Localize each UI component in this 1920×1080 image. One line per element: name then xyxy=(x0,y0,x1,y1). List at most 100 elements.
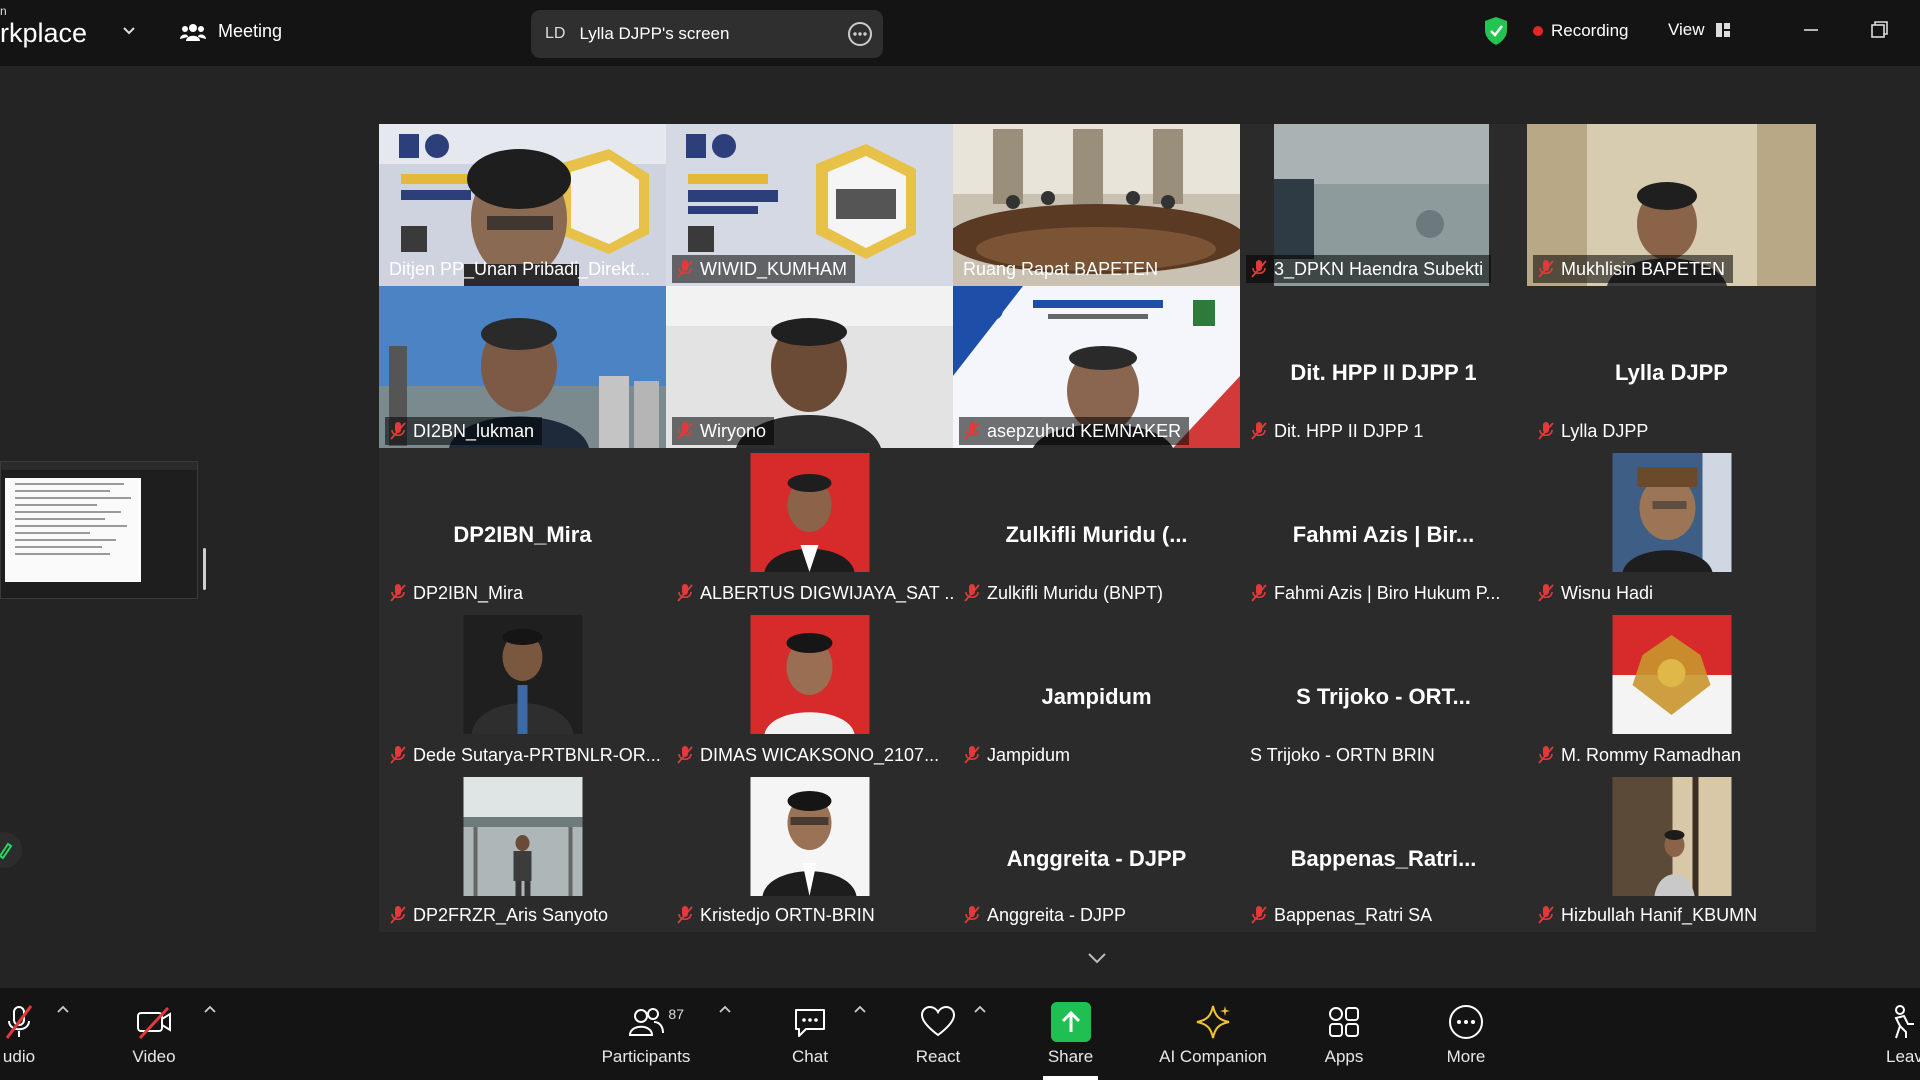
panel-resize-handle[interactable] xyxy=(203,548,206,590)
shared-screen-thumbnail[interactable] xyxy=(0,461,198,599)
participant-name: 3_DPKN Haendra Subekti xyxy=(1274,258,1484,279)
gallery-grid: Ditjen PP_Unan Pribadi_Direkt... WIWID_K… xyxy=(379,124,1816,932)
audio-button[interactable]: udio xyxy=(0,988,44,1080)
name-tile[interactable]: Jampidum Jampidum xyxy=(953,610,1240,772)
participant-name-label: Wisnu Hadi xyxy=(1533,579,1661,607)
video-tile[interactable]: WIWID_KUMHAM xyxy=(666,124,953,286)
profile-photo xyxy=(750,777,869,896)
meeting-menu[interactable]: Meeting xyxy=(180,20,282,42)
more-button[interactable]: More xyxy=(1442,988,1490,1080)
participant-name-label: WIWID_KUMHAM xyxy=(672,255,855,283)
photo-tile[interactable]: DP2FRZR_Aris Sanyoto xyxy=(379,772,666,932)
chevron-down-icon[interactable] xyxy=(120,22,138,40)
photo-tile[interactable]: Kristedjo ORTN-BRIN xyxy=(666,772,953,932)
leave-button[interactable]: Leav xyxy=(1886,988,1920,1080)
photo-tile[interactable]: M. Rommy Ramadhan xyxy=(1527,610,1816,772)
profile-photo xyxy=(1612,615,1731,734)
profile-photo xyxy=(750,615,869,734)
photo-tile[interactable]: DIMAS WICAKSONO_2107... xyxy=(666,610,953,772)
sparkle-icon xyxy=(1196,1005,1230,1039)
participants-options-caret-icon[interactable] xyxy=(718,1004,732,1014)
participant-name: DIMAS WICAKSONO_2107... xyxy=(700,744,940,765)
name-tile[interactable]: Fahmi Azis | Bir... Fahmi Azis | Biro Hu… xyxy=(1240,448,1527,610)
participant-name-label: DP2FRZR_Aris Sanyoto xyxy=(385,901,616,929)
audio-options-caret-icon[interactable] xyxy=(56,1004,70,1014)
video-label: Video xyxy=(132,1047,176,1066)
participant-name: Zulkifli Muridu (BNPT) xyxy=(987,582,1164,603)
view-label: View xyxy=(1668,20,1705,39)
participant-display-name: Jampidum xyxy=(1041,684,1152,709)
mic-muted-icon xyxy=(1538,584,1554,602)
participant-display-name: S Trijoko - ORT... xyxy=(1296,684,1471,709)
ai-companion-button[interactable]: AI Companion xyxy=(1154,988,1272,1080)
mic-muted-icon xyxy=(964,584,980,602)
photo-tile[interactable]: Hizbullah Hanif_KBUMN xyxy=(1527,772,1816,932)
ai-companion-label: AI Companion xyxy=(1159,1047,1267,1066)
video-tile[interactable]: DI2BN_lukman xyxy=(379,286,666,448)
participant-name-label: DP2IBN_Mira xyxy=(385,579,531,607)
photo-tile[interactable]: Wisnu Hadi xyxy=(1527,448,1816,610)
video-tile[interactable]: Wiryono xyxy=(666,286,953,448)
video-tile[interactable]: Ditjen PP_Unan Pribadi_Direkt... xyxy=(379,124,666,286)
name-tile[interactable]: S Trijoko - ORT... S Trijoko - ORTN BRIN xyxy=(1240,610,1527,772)
participant-name: DI2BN_lukman xyxy=(413,420,535,441)
participant-name-label: asepzuhud KEMNAKER xyxy=(959,417,1190,445)
chat-button[interactable]: Chat xyxy=(784,988,836,1080)
video-button[interactable]: Video xyxy=(122,988,186,1080)
participant-name: Dit. HPP II DJPP 1 xyxy=(1274,420,1424,441)
participants-icon xyxy=(628,1008,664,1036)
video-tile[interactable]: asepzuhud KEMNAKER xyxy=(953,286,1240,448)
annotate-pen-button[interactable] xyxy=(0,832,22,868)
video-off-icon xyxy=(137,1006,171,1040)
photo-tile[interactable]: Dede Sutarya-PRTBNLR-OR... xyxy=(379,610,666,772)
more-label: More xyxy=(1446,1047,1486,1066)
mic-muted-icon xyxy=(677,422,693,440)
participant-name-label: Mukhlisin BAPETEN xyxy=(1533,255,1734,283)
name-tile[interactable]: Lylla DJPP Lylla DJPP xyxy=(1527,286,1816,448)
participant-name-label: Fahmi Azis | Biro Hukum P... xyxy=(1246,579,1508,607)
mic-muted-icon xyxy=(1538,422,1554,440)
share-label: Share xyxy=(1047,1047,1094,1066)
participant-name: ALBERTUS DIGWIJAYA_SAT ... xyxy=(700,582,953,603)
minimize-icon[interactable] xyxy=(1798,17,1824,43)
chat-options-caret-icon[interactable] xyxy=(853,1004,867,1014)
participant-name-label: Bappenas_Ratri SA xyxy=(1246,901,1440,929)
participant-name: Wiryono xyxy=(700,420,767,441)
name-tile[interactable]: Anggreita - DJPP Anggreita - DJPP xyxy=(953,772,1240,932)
apps-button[interactable]: Apps xyxy=(1322,988,1366,1080)
video-tile[interactable]: Ruang Rapat BAPETEN xyxy=(953,124,1240,286)
mic-muted-icon xyxy=(1251,260,1267,278)
name-tile[interactable]: Bappenas_Ratri... Bappenas_Ratri SA xyxy=(1240,772,1527,932)
mic-muted-icon xyxy=(677,260,693,278)
restore-icon[interactable] xyxy=(1866,17,1892,43)
participant-name-label: Hizbullah Hanif_KBUMN xyxy=(1533,901,1765,929)
mic-muted-icon xyxy=(964,906,980,924)
screen-share-indicator[interactable]: LD Lylla DJPP's screen xyxy=(531,10,883,58)
video-tile[interactable]: 3_DPKN Haendra Subekti xyxy=(1240,124,1527,286)
name-tile[interactable]: Dit. HPP II DJPP 1 Dit. HPP II DJPP 1 xyxy=(1240,286,1527,448)
react-button[interactable]: React xyxy=(910,988,966,1080)
more-options-icon[interactable] xyxy=(847,21,873,47)
react-options-caret-icon[interactable] xyxy=(973,1004,987,1014)
recording-indicator[interactable]: Recording xyxy=(1533,21,1629,41)
photo-tile[interactable]: ALBERTUS DIGWIJAYA_SAT ... xyxy=(666,448,953,610)
share-active-indicator xyxy=(1043,1076,1098,1080)
top-bar: n rkplace Meeting LD Lylla DJPP's screen… xyxy=(0,0,1920,66)
more-icon xyxy=(1449,1005,1483,1039)
share-button[interactable]: Share xyxy=(1043,988,1098,1080)
view-menu[interactable]: View xyxy=(1668,20,1731,40)
video-tile[interactable]: Mukhlisin BAPETEN xyxy=(1527,124,1816,286)
mic-muted-icon xyxy=(964,746,980,764)
name-tile[interactable]: DP2IBN_Mira DP2IBN_Mira xyxy=(379,448,666,610)
participant-name-label: Zulkifli Muridu (BNPT) xyxy=(959,579,1171,607)
pen-icon xyxy=(0,842,13,860)
video-options-caret-icon[interactable] xyxy=(203,1004,217,1014)
name-tile[interactable]: Zulkifli Muridu (... Zulkifli Muridu (BN… xyxy=(953,448,1240,610)
scroll-down-chevron-icon[interactable] xyxy=(1086,950,1108,966)
security-shield-icon[interactable] xyxy=(1483,16,1509,46)
participants-button[interactable]: 87 Participants xyxy=(596,988,696,1080)
audio-label: udio xyxy=(2,1047,36,1066)
participant-name: Dede Sutarya-PRTBNLR-OR... xyxy=(413,744,661,765)
mic-muted-icon xyxy=(677,746,693,764)
mic-muted-icon xyxy=(1251,584,1267,602)
